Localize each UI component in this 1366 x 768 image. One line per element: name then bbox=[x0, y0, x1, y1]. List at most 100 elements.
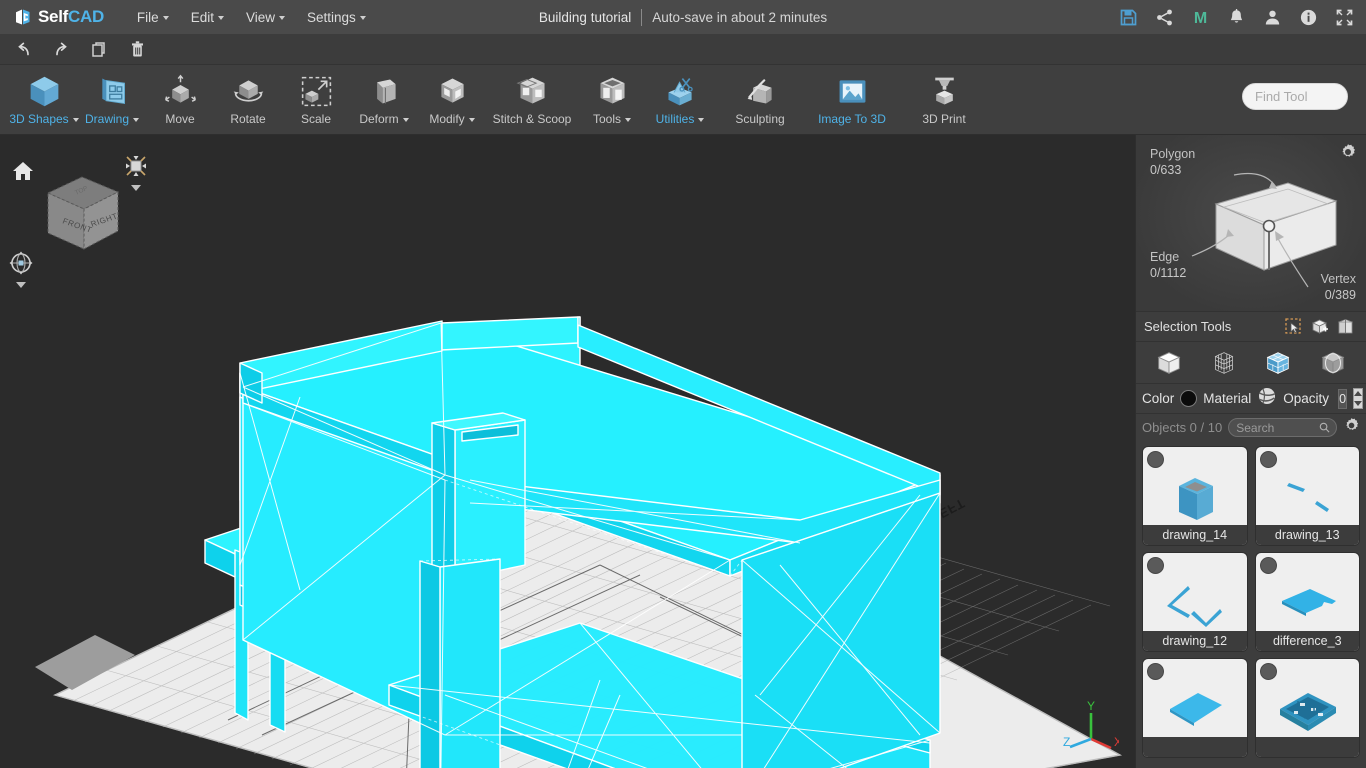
delete-button[interactable] bbox=[122, 37, 152, 62]
selfcad-app: SelfCAD File Edit View Settings Building… bbox=[0, 0, 1366, 768]
move-arrows-icon bbox=[162, 72, 199, 110]
stat-edge-label: Edge bbox=[1150, 250, 1180, 264]
loop-select-icon[interactable] bbox=[1332, 315, 1358, 339]
selection-stats-panel: Polygon 0/633 Edge 0/1112 Vertex 0/389 bbox=[1136, 135, 1366, 312]
wireframe-mode-icon[interactable] bbox=[1204, 345, 1244, 381]
brand-self-text: Self bbox=[38, 7, 68, 26]
tool-move[interactable]: Move bbox=[146, 65, 214, 133]
tool-drawing[interactable]: Drawing bbox=[78, 65, 146, 133]
tools-cube-icon bbox=[594, 72, 631, 110]
opacity-stepper[interactable] bbox=[1353, 388, 1364, 409]
3d-viewport[interactable]: FRONT RIGHT BACK LEFT bbox=[0, 135, 1135, 768]
scale-icon bbox=[298, 72, 335, 110]
tool-label-tools: Tools bbox=[592, 112, 621, 126]
object-select-radio[interactable] bbox=[1147, 663, 1164, 680]
tool-image-to-3d[interactable]: Image To 3D bbox=[806, 65, 898, 133]
axis-label-y: Y bbox=[1087, 701, 1095, 713]
view-orientation-cube[interactable]: FRONT RIGHT TOP bbox=[40, 173, 124, 260]
stat-edge: Edge 0/1112 bbox=[1150, 249, 1186, 281]
projection-toggle[interactable] bbox=[123, 153, 149, 191]
object-card-drawing-13[interactable]: drawing_13 bbox=[1255, 447, 1359, 545]
object-card-difference-3[interactable]: difference_3 bbox=[1255, 553, 1359, 651]
menu-item-file[interactable]: File bbox=[126, 6, 180, 29]
axis-gizmo: Y X Z bbox=[1063, 699, 1122, 758]
chevron-down-icon bbox=[468, 117, 475, 122]
material-row: Color Material Opacity 0 bbox=[1136, 384, 1366, 414]
material-sphere-icon[interactable] bbox=[1257, 386, 1277, 411]
object-select-radio[interactable] bbox=[1147, 557, 1164, 574]
shaded-mode-icon[interactable] bbox=[1149, 345, 1189, 381]
save-icon[interactable] bbox=[1119, 8, 1138, 27]
menu-item-settings[interactable]: Settings bbox=[296, 6, 377, 29]
color-swatch[interactable] bbox=[1180, 390, 1198, 407]
material-m-icon[interactable]: M bbox=[1191, 8, 1210, 27]
object-label: drawing_13 bbox=[1255, 525, 1359, 545]
home-view-button[interactable] bbox=[12, 160, 34, 187]
find-tool-search[interactable] bbox=[1242, 83, 1348, 110]
objects-settings-button[interactable] bbox=[1343, 417, 1360, 439]
notifications-bell-icon[interactable] bbox=[1227, 8, 1246, 27]
objects-search-input[interactable] bbox=[1236, 420, 1329, 435]
stat-vertex-label: Vertex bbox=[1320, 272, 1356, 286]
tool-label-image-to-3d: Image To 3D bbox=[818, 112, 886, 126]
chevron-down-icon[interactable] bbox=[16, 282, 26, 288]
object-select-radio[interactable] bbox=[1259, 451, 1277, 468]
axis-label-x: X bbox=[1114, 735, 1119, 749]
tool-utilities[interactable]: Utilities bbox=[646, 65, 714, 133]
object-card-6[interactable] bbox=[1255, 659, 1359, 757]
menu-view-label: View bbox=[245, 9, 275, 25]
menu-item-view[interactable]: View bbox=[235, 6, 296, 29]
transparent-mode-icon[interactable] bbox=[1313, 345, 1353, 381]
opacity-label: Opacity bbox=[1283, 391, 1330, 406]
menu-edit-label: Edit bbox=[190, 9, 214, 25]
object-card-drawing-12[interactable]: drawing_12 bbox=[1143, 553, 1247, 651]
brand-logo[interactable]: SelfCAD bbox=[14, 7, 104, 27]
objects-search[interactable] bbox=[1228, 418, 1337, 437]
chevron-down-icon bbox=[133, 117, 139, 122]
info-icon[interactable] bbox=[1299, 8, 1318, 27]
viewport-canvas: FRONT RIGHT BACK LEFT bbox=[35, 316, 1123, 768]
object-select-radio[interactable] bbox=[1259, 663, 1277, 680]
tool-label-sculpting: Sculpting bbox=[735, 112, 785, 126]
utilities-scissors-icon bbox=[662, 72, 699, 110]
rect-select-icon[interactable] bbox=[1280, 315, 1306, 339]
tool-3d-print[interactable]: 3D Print bbox=[898, 65, 990, 133]
tool-stitch-and-scoop[interactable]: Stitch & Scoop bbox=[486, 65, 578, 133]
tool-3d-shapes[interactable]: 3D Shapes bbox=[9, 65, 79, 133]
material-label: Material bbox=[1203, 391, 1252, 406]
chevron-down-icon bbox=[625, 117, 631, 122]
user-account-icon[interactable] bbox=[1263, 8, 1282, 27]
share-icon[interactable] bbox=[1155, 8, 1174, 27]
history-toolbar bbox=[0, 34, 1366, 65]
tool-sculpting[interactable]: Sculpting bbox=[714, 65, 806, 133]
redo-button[interactable] bbox=[46, 37, 76, 62]
find-tool-input[interactable] bbox=[1255, 89, 1335, 104]
object-select-radio[interactable] bbox=[1259, 557, 1277, 574]
undo-button[interactable] bbox=[8, 37, 38, 62]
duplicate-button[interactable] bbox=[84, 37, 114, 62]
tool-tools[interactable]: Tools bbox=[578, 65, 646, 133]
object-card-drawing-14[interactable]: drawing_14 bbox=[1143, 447, 1247, 545]
sculpting-icon bbox=[742, 72, 779, 110]
tool-deform[interactable]: Deform bbox=[350, 65, 418, 133]
tool-label-drawing: Drawing bbox=[84, 112, 129, 126]
top-menu-bar: SelfCAD File Edit View Settings Building… bbox=[0, 0, 1366, 34]
tool-rotate[interactable]: Rotate bbox=[214, 65, 282, 133]
chevron-down-icon[interactable] bbox=[131, 185, 141, 191]
tool-scale[interactable]: Scale bbox=[282, 65, 350, 133]
object-label: difference_3 bbox=[1255, 631, 1359, 651]
shaded-wireframe-mode-icon[interactable] bbox=[1258, 345, 1298, 381]
object-select-radio[interactable] bbox=[1147, 451, 1164, 468]
home-icon bbox=[13, 162, 33, 180]
tool-modify[interactable]: Modify bbox=[418, 65, 486, 133]
menu-item-edit[interactable]: Edit bbox=[180, 6, 235, 29]
objects-grid[interactable]: drawing_14 drawing_13 drawing_12 differe… bbox=[1136, 441, 1366, 768]
selfcad-logo-icon bbox=[14, 8, 33, 27]
object-card-5[interactable] bbox=[1143, 659, 1247, 757]
fullscreen-icon[interactable] bbox=[1335, 8, 1354, 27]
brand-cad-text: CAD bbox=[67, 7, 104, 26]
selection-tools-row: Selection Tools bbox=[1136, 312, 1366, 342]
opacity-value[interactable]: 0 bbox=[1338, 388, 1348, 409]
box-select-icon[interactable] bbox=[1306, 315, 1332, 339]
orbit-mode-button[interactable] bbox=[8, 250, 34, 288]
